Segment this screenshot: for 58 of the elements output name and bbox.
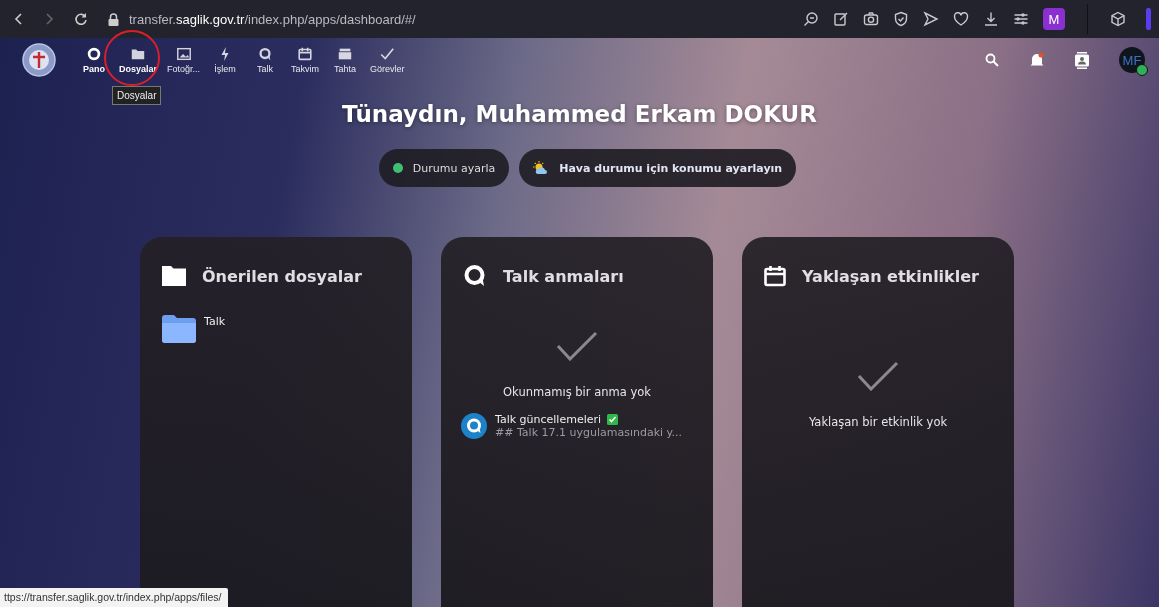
user-avatar[interactable]: MF bbox=[1119, 47, 1145, 73]
settings-icon[interactable] bbox=[1013, 11, 1029, 27]
folder-icon bbox=[162, 266, 186, 286]
card-title: Önerilen dosyalar bbox=[202, 266, 362, 286]
search-icon[interactable] bbox=[985, 53, 999, 67]
edit-icon[interactable] bbox=[833, 11, 849, 27]
empty-state-text: Okunmamış bir anma yok bbox=[503, 385, 651, 399]
checkbox-icon bbox=[607, 414, 619, 425]
link-preview-url: ttps://transfer.saglik.gov.tr/index.php/apps/files/ bbox=[0, 588, 228, 607]
app-menu-item[interactable]: Pano bbox=[74, 42, 114, 78]
lock-icon bbox=[108, 12, 119, 26]
chat-app-icon bbox=[461, 413, 487, 439]
conversation-title: Talk güncellemeleri bbox=[495, 413, 602, 426]
circle-icon bbox=[86, 46, 102, 62]
image-icon bbox=[175, 46, 192, 62]
contacts-icon[interactable] bbox=[1075, 51, 1089, 69]
download-icon[interactable] bbox=[983, 11, 999, 27]
tooltip: Dosyalar bbox=[112, 86, 162, 105]
card-title: Yaklaşan etkinlikler bbox=[802, 266, 979, 286]
logo-icon[interactable] bbox=[22, 43, 56, 77]
app-menu-item[interactable]: Tahta bbox=[325, 42, 366, 78]
file-name: Talk bbox=[204, 315, 226, 330]
message-preview: ## Talk 17.1 uygulamasındaki y... bbox=[495, 426, 682, 439]
folder-icon bbox=[162, 315, 196, 343]
address-bar-url[interactable]: transfer.saglik.gov.tr/index.php/apps/dashboard/#/ bbox=[129, 11, 416, 27]
stack-icon bbox=[337, 46, 354, 62]
app-menu-item[interactable]: İşlem bbox=[205, 42, 246, 78]
conversation-item[interactable]: Talk güncellemeleri ## Talk 17.1 uygulamasındaki y... bbox=[463, 413, 682, 439]
status-dot-icon bbox=[392, 163, 403, 173]
card-title: Talk anmaları bbox=[503, 266, 624, 286]
back-icon[interactable] bbox=[14, 12, 24, 26]
chat-bubble-icon bbox=[257, 46, 274, 62]
empty-state-text: Yaklaşan bir etkinlik yok bbox=[808, 415, 948, 429]
send-icon[interactable] bbox=[923, 11, 939, 27]
cube-icon[interactable] bbox=[1110, 11, 1126, 27]
app-menu-item[interactable]: Takvim bbox=[285, 42, 326, 78]
set-status-button[interactable]: Durumu ayarla bbox=[378, 149, 510, 187]
app-menu-item[interactable]: Talk bbox=[245, 42, 286, 78]
heart-icon[interactable] bbox=[953, 11, 969, 27]
app-menu-item[interactable]: Görevler bbox=[365, 42, 410, 78]
sun-cloud-icon bbox=[533, 161, 550, 175]
notification-bell-icon[interactable] bbox=[1029, 52, 1045, 68]
greeting-heading: Tünaydın, Muhammed Erkam DOKUR bbox=[342, 101, 817, 127]
file-item[interactable]: Talk bbox=[162, 315, 226, 343]
shield-icon[interactable] bbox=[893, 11, 909, 27]
checkmark-icon bbox=[379, 46, 396, 62]
forward-icon[interactable] bbox=[44, 12, 54, 26]
app-menu-item[interactable]: Fotoğr... bbox=[162, 42, 206, 78]
checkmark-icon bbox=[857, 361, 899, 391]
calendar-icon bbox=[764, 265, 786, 287]
weather-location-button[interactable]: Hava durumu için konumu ayarlayın bbox=[519, 149, 797, 187]
chat-bubble-icon bbox=[463, 264, 487, 288]
calendar-icon bbox=[297, 46, 314, 62]
profile-button[interactable]: M bbox=[1043, 8, 1065, 30]
reload-icon[interactable] bbox=[74, 12, 88, 26]
camera-icon[interactable] bbox=[863, 11, 879, 27]
zoom-out-icon[interactable] bbox=[803, 11, 819, 27]
checkmark-icon bbox=[556, 331, 598, 361]
